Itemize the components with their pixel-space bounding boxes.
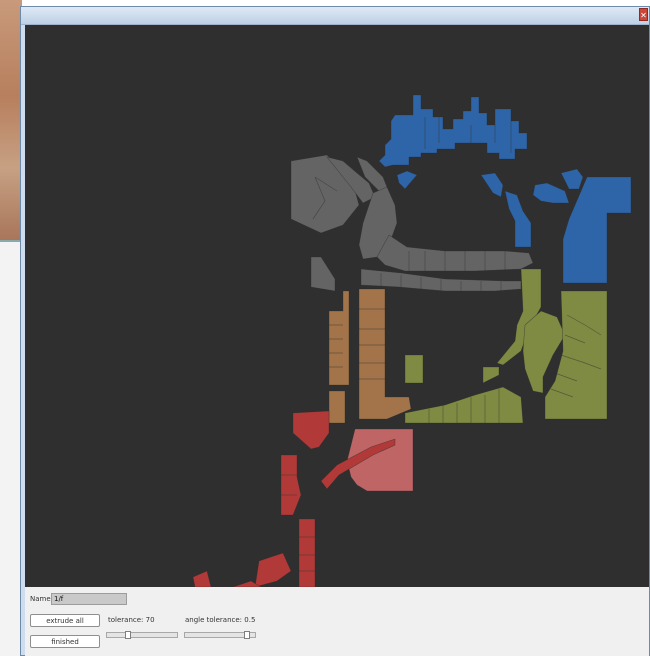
tan-block-left [328, 290, 350, 386]
red-block-stem-2 [298, 518, 316, 587]
blue-block-3 [504, 190, 532, 248]
close-icon[interactable]: ✕ [639, 8, 648, 21]
background-window-thumbnail [0, 0, 22, 242]
tan-block-main [358, 288, 412, 420]
tolerance-slider-handle[interactable] [125, 631, 131, 639]
gray-ring [376, 234, 534, 272]
green-block-band [404, 386, 524, 424]
name-input[interactable]: 1/f [51, 593, 127, 605]
name-label: Name: [30, 595, 54, 603]
tolerance-label: tolerance: 70 [108, 616, 155, 624]
map-viewport[interactable] [25, 25, 649, 587]
extrude-all-button[interactable]: extrude all [30, 614, 100, 627]
blue-region-crown [378, 94, 528, 168]
blue-block-1 [396, 170, 418, 190]
angle-tolerance-slider[interactable] [184, 631, 256, 639]
finished-button[interactable]: finished [30, 635, 100, 648]
red-block-foot-1 [254, 552, 292, 587]
tan-block-small [328, 390, 346, 424]
blue-block-6 [562, 176, 632, 284]
angle-tolerance-label: angle tolerance: 0.5 [185, 616, 256, 624]
green-block-small [404, 354, 424, 384]
app-window: ✕ Name: 1/f extrude all finished toleran… [20, 6, 650, 656]
red-block-top [292, 410, 330, 450]
blue-block-5 [560, 168, 584, 190]
angle-tolerance-slider-handle[interactable] [244, 631, 250, 639]
control-panel: Name: 1/f extrude all finished tolerance… [25, 587, 649, 656]
tolerance-slider[interactable] [106, 631, 178, 639]
green-block-right [544, 290, 608, 420]
gray-triangle [310, 256, 336, 292]
red-block-stem [280, 454, 302, 516]
title-bar[interactable]: ✕ [21, 7, 649, 25]
red-block-foot-3 [192, 570, 212, 587]
green-block-tail [482, 366, 500, 384]
blue-block-4 [532, 182, 570, 204]
blue-block-2 [480, 172, 504, 198]
